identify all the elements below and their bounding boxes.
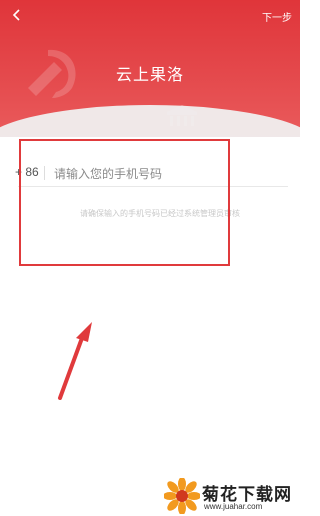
header-banner: 下一步 云上果洛	[0, 0, 300, 137]
watermark: 菊花下载网 www.juahar.com	[160, 478, 300, 516]
back-button[interactable]	[8, 8, 26, 26]
chevron-left-icon	[12, 9, 20, 21]
arrow-icon	[58, 322, 92, 400]
watermark-url: www.juahar.com	[204, 502, 263, 511]
chrysanthemum-logo-icon	[164, 478, 200, 514]
highlight-box	[19, 139, 230, 266]
header-wave	[0, 105, 300, 137]
next-step-button[interactable]: 下一步	[262, 9, 292, 24]
page-title: 云上果洛	[115, 67, 184, 84]
